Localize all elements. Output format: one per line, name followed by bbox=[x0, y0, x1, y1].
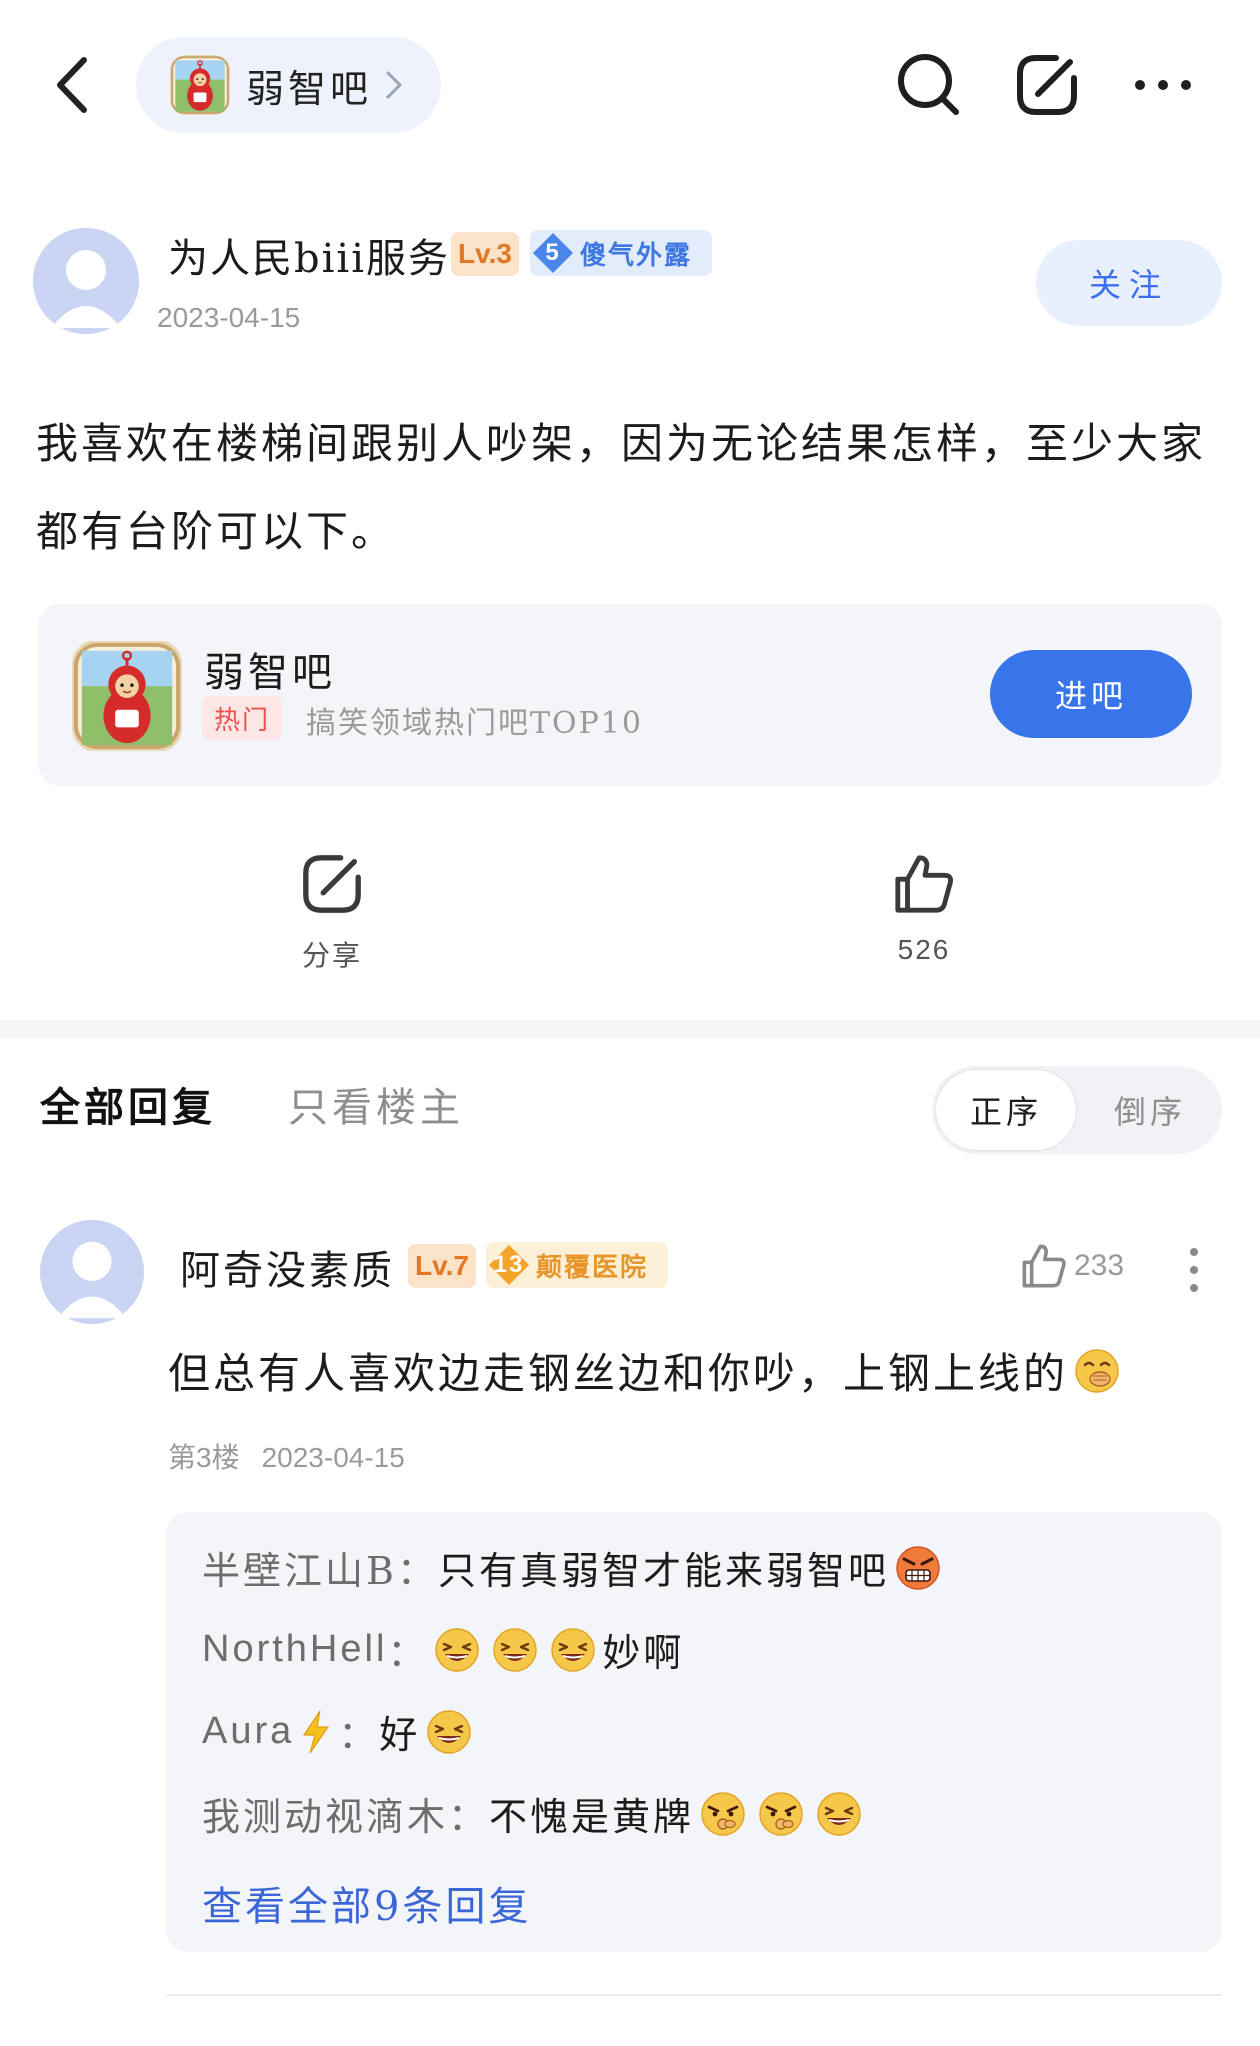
forum-card[interactable]: 弱智吧 热门 搞笑领域热门吧TOP10 进吧 bbox=[38, 604, 1222, 786]
sort-toggle: 正序 倒序 bbox=[932, 1066, 1222, 1154]
forum-pill[interactable]: 弱智吧 bbox=[136, 37, 441, 133]
author-level-badge: Lv.3 bbox=[451, 232, 519, 276]
back-arrow-icon[interactable] bbox=[48, 52, 98, 118]
sub-reply-separator: ： bbox=[448, 1795, 490, 1839]
more-horizontal-icon[interactable] bbox=[1130, 52, 1196, 118]
commenter-title-text: 颠覆医院 bbox=[536, 1252, 649, 1283]
share-icon bbox=[303, 855, 361, 913]
top-bar: 弱智吧 bbox=[0, 0, 1260, 170]
sub-reply[interactable]: 半壁江山B：只有真弱智才能来弱智吧 bbox=[202, 1540, 947, 1595]
bottom-divider bbox=[166, 1994, 1222, 1996]
post-content: 我喜欢在楼梯间跟别人吵架，因为无论结果怎样，至少大家都有台阶可以下。 bbox=[36, 419, 1207, 556]
sort-asc-button[interactable]: 正序 bbox=[936, 1070, 1076, 1150]
view-all-replies-link[interactable]: 查看全部9条回复 bbox=[202, 1874, 531, 1932]
angry-emoji-icon bbox=[895, 1545, 941, 1591]
floor-number: 第3楼 bbox=[168, 1442, 240, 1473]
laugh-emoji-icon bbox=[816, 1791, 862, 1837]
sub-reply-text: 不愧是黄牌 bbox=[489, 1795, 695, 1839]
comment-text-body: 但总有人喜欢边走钢丝边和你吵，上钢上线的 bbox=[168, 1349, 1069, 1398]
pout-emoji-icon bbox=[700, 1791, 746, 1837]
enter-forum-button[interactable]: 进吧 bbox=[990, 650, 1192, 738]
sub-reply-text: 只有真弱智才能来弱智吧 bbox=[437, 1549, 889, 1593]
chevron-right-icon bbox=[386, 71, 402, 99]
more-vertical-icon[interactable] bbox=[1184, 1246, 1204, 1294]
sub-reply-text: 妙啊 bbox=[602, 1631, 685, 1675]
comment-like-count: 233 bbox=[1074, 1249, 1125, 1282]
sub-reply[interactable]: NorthHell： 妙啊 bbox=[202, 1622, 684, 1677]
forum-card-description: 搞笑领域热门吧TOP10 bbox=[306, 706, 643, 741]
forum-card-name: 弱智吧 bbox=[204, 650, 336, 696]
hot-badge: 热门 bbox=[202, 696, 282, 740]
thumbs-up-icon bbox=[1022, 1244, 1066, 1288]
sub-reply-separator: ： bbox=[396, 1549, 438, 1593]
comment-date: 2023-04-15 bbox=[261, 1442, 405, 1473]
commenter-avatar[interactable] bbox=[40, 1220, 144, 1324]
laugh-emoji-icon bbox=[492, 1627, 538, 1673]
sort-desc-button[interactable]: 倒序 bbox=[1082, 1070, 1218, 1150]
edit-icon[interactable] bbox=[1014, 52, 1080, 118]
tab-all-replies[interactable]: 全部回复 bbox=[40, 1075, 216, 1133]
comment-meta: 第3楼 2023-04-15 bbox=[168, 1436, 405, 1476]
comment-like-button[interactable]: 233 bbox=[1020, 1242, 1124, 1290]
author-title-text: 傻气外露 bbox=[580, 240, 693, 271]
laugh-emoji-icon bbox=[434, 1627, 480, 1673]
forum-pill-name: 弱智吧 bbox=[246, 66, 373, 111]
author-name[interactable]: 为人民biii服务 bbox=[168, 226, 450, 284]
tab-op-only[interactable]: 只看楼主 bbox=[288, 1075, 464, 1133]
laugh-emoji-icon bbox=[550, 1627, 596, 1673]
like-count: 526 bbox=[897, 934, 951, 965]
sub-reply-user[interactable]: NorthHell bbox=[202, 1628, 387, 1671]
search-icon[interactable] bbox=[896, 52, 962, 118]
like-action[interactable]: 526 bbox=[824, 852, 1024, 966]
sub-reply-user[interactable]: 半壁江山B bbox=[202, 1540, 397, 1595]
sub-reply-separator: ： bbox=[338, 1713, 380, 1757]
pout-emoji-icon bbox=[758, 1791, 804, 1837]
sub-reply-separator: ： bbox=[387, 1631, 429, 1675]
laugh-emoji-icon bbox=[426, 1709, 472, 1755]
thumbs-up-icon bbox=[895, 855, 953, 913]
sub-replies-box: 半壁江山B：只有真弱智才能来弱智吧 NorthHell： 妙啊 Aura ：好 … bbox=[166, 1512, 1222, 1952]
sub-reply-user[interactable]: 我测动视滴木 bbox=[202, 1786, 448, 1841]
author-title-badge: 5 傻气外露 bbox=[530, 230, 712, 276]
sub-reply-text: 好 bbox=[379, 1713, 421, 1757]
sub-reply-user[interactable]: Aura bbox=[202, 1710, 294, 1753]
diamond-icon: 13 bbox=[486, 1242, 532, 1288]
commenter-level-badge: Lv.7 bbox=[408, 1244, 476, 1288]
share-label: 分享 bbox=[301, 939, 362, 972]
section-divider bbox=[0, 1020, 1260, 1038]
lightning-icon bbox=[303, 1710, 330, 1753]
forum-card-avatar-icon bbox=[72, 640, 182, 752]
forum-avatar-icon bbox=[170, 55, 230, 115]
share-action[interactable]: 分享 bbox=[232, 852, 432, 974]
follow-button[interactable]: 关注 bbox=[1036, 240, 1222, 326]
cover-mouth-emoji-icon bbox=[1074, 1348, 1120, 1394]
commenter-title-badge: 13 颠覆医院 bbox=[486, 1242, 668, 1288]
post-date: 2023-04-15 bbox=[157, 302, 301, 333]
sub-reply[interactable]: 我测动视滴木：不愧是黄牌 bbox=[202, 1786, 868, 1841]
diamond-icon: 5 bbox=[530, 230, 576, 276]
comment-text: 但总有人喜欢边走钢丝边和你吵，上钢上线的 bbox=[168, 1340, 1126, 1401]
sub-reply[interactable]: Aura ：好 bbox=[202, 1704, 478, 1759]
author-avatar[interactable] bbox=[33, 228, 139, 334]
commenter-name[interactable]: 阿奇没素质 bbox=[180, 1238, 395, 1296]
